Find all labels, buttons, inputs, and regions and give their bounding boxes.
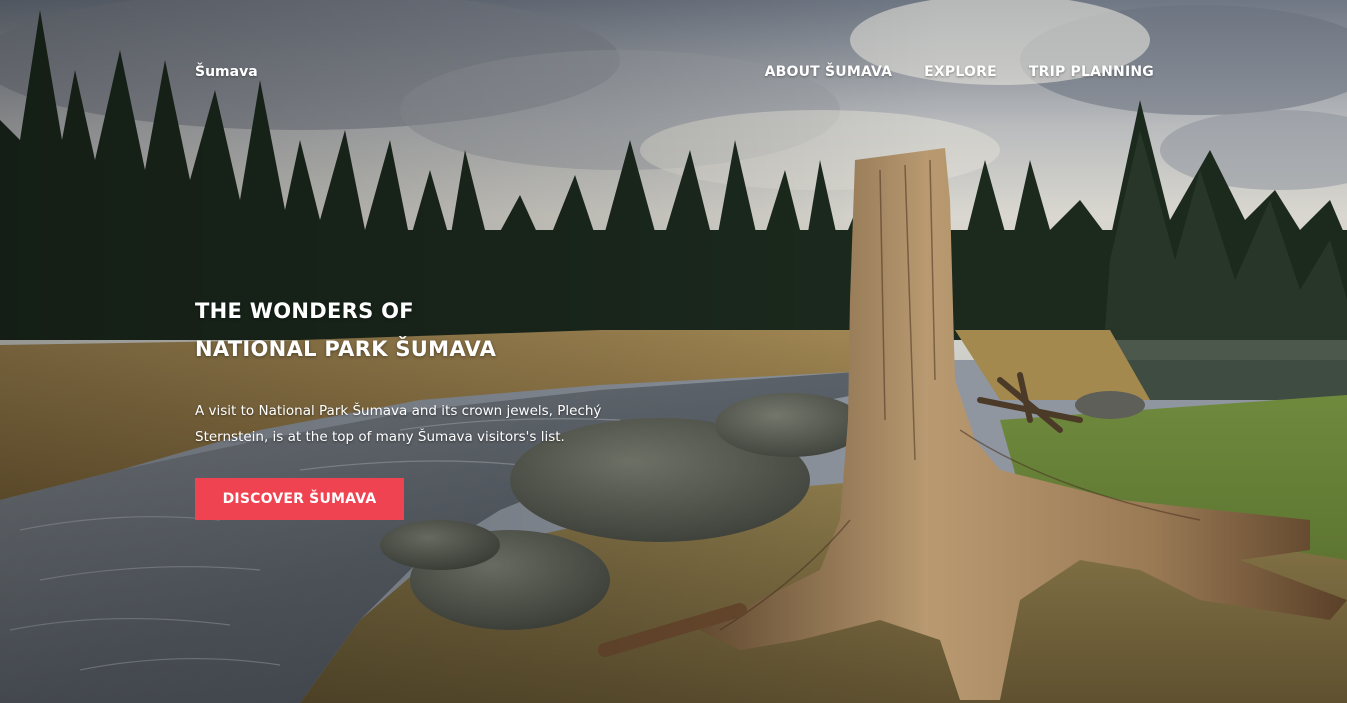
nav-item-trip-planning[interactable]: TRIP PLANNING xyxy=(1029,64,1154,80)
main-nav: ABOUT ŠUMAVA EXPLORE TRIP PLANNING xyxy=(765,64,1154,80)
brand-logo-link[interactable]: Šumava xyxy=(195,64,258,80)
nav-item-explore[interactable]: EXPLORE xyxy=(924,64,997,80)
nav-item-about[interactable]: ABOUT ŠUMAVA xyxy=(765,64,893,80)
hero-section: Šumava ABOUT ŠUMAVA EXPLORE TRIP PLANNIN… xyxy=(0,0,1347,703)
hero-title-line-2: NATIONAL PARK ŠUMAVA xyxy=(195,337,497,361)
hero-lead-text: A visit to National Park Šumava and its … xyxy=(195,403,602,445)
discover-button[interactable]: DISCOVER ŠUMAVA xyxy=(195,478,404,520)
hero-title: THE WONDERS OF NATIONAL PARK ŠUMAVA xyxy=(195,292,496,368)
hero-title-line-1: THE WONDERS OF xyxy=(195,299,414,323)
